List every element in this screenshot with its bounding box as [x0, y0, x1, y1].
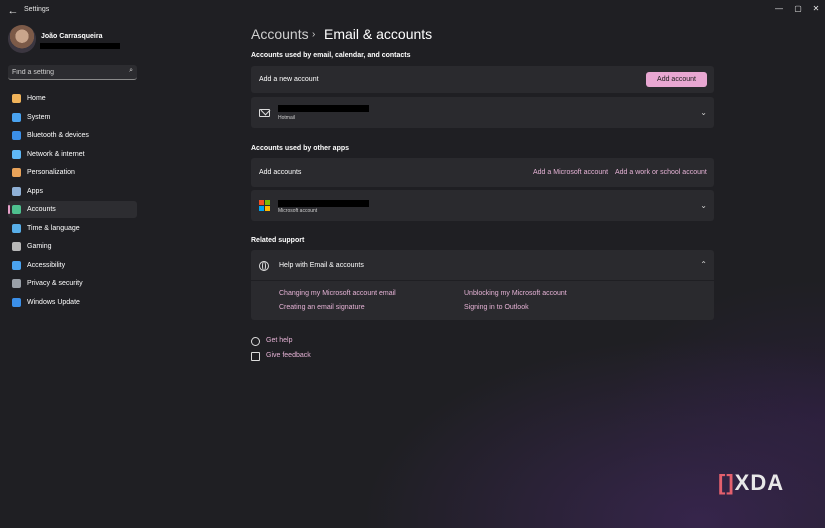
avatar[interactable] [8, 25, 36, 53]
section-heading-related-support: Related support [251, 237, 305, 244]
add-new-account-row: Add a new account Add account [251, 66, 714, 93]
xda-watermark-logo: []XDA [718, 470, 784, 496]
person-icon [12, 205, 21, 214]
chevron-up-icon[interactable]: ⌃ [700, 260, 707, 269]
minimize-button[interactable]: — [770, 2, 788, 16]
app-title: Settings [24, 6, 50, 13]
sidebar-item-label: Privacy & security [27, 280, 83, 287]
sidebar-item-apps[interactable]: Apps [8, 183, 137, 200]
sidebar-item-home[interactable]: Home [8, 90, 137, 107]
user-name: João Carrasqueira [41, 33, 103, 40]
brush-icon [12, 168, 21, 177]
sidebar-item-time-language[interactable]: Time & language [8, 220, 137, 237]
sidebar-item-system[interactable]: System [8, 109, 137, 126]
sidebar-item-label: Network & internet [27, 150, 85, 158]
redacted-email [40, 43, 120, 49]
bluetooth-icon [12, 131, 21, 140]
help-chat-icon [251, 337, 260, 346]
globe-clock-icon [12, 223, 21, 233]
sidebar-item-personalization[interactable]: Personalization [8, 164, 137, 181]
help-panel-header[interactable]: Help with Email & accounts ⌃ [251, 250, 714, 281]
support-link[interactable]: Signing in to Outlook [464, 304, 529, 311]
sidebar-item-label: Gaming [27, 243, 52, 250]
breadcrumb-parent[interactable]: Accounts [251, 26, 309, 42]
add-account-button[interactable]: Add account [646, 72, 707, 87]
sidebar-item-accessibility[interactable]: Accessibility [8, 257, 137, 274]
back-arrow-icon[interactable]: ← [6, 4, 20, 18]
shield-icon [12, 279, 21, 288]
feedback-icon [251, 352, 260, 361]
get-help-link[interactable]: Get help [266, 337, 292, 344]
add-accounts-label: Add accounts [259, 169, 302, 176]
sidebar-item-windows-update[interactable]: Windows Update [8, 294, 137, 311]
home-icon [12, 94, 21, 103]
apps-icon [12, 186, 21, 196]
redacted-microsoft-email [278, 200, 369, 207]
sidebar-item-label: System [27, 113, 51, 121]
title-bar: ← Settings — ▢ ✕ [0, 0, 825, 22]
xda-wordmark: XDA [734, 470, 785, 495]
help-panel: Help with Email & accounts ⌃ Changing my… [251, 250, 714, 320]
add-new-account-label: Add a new account [259, 76, 319, 83]
sidebar-item-privacy[interactable]: Privacy & security [8, 275, 137, 292]
section-heading-other-apps: Accounts used by other apps [251, 145, 350, 152]
add-accounts-row: Add accounts Add a Microsoft account Add… [251, 158, 714, 187]
add-work-school-account-link[interactable]: Add a work or school account [615, 169, 707, 176]
sidebar-item-label: Accessibility [27, 261, 66, 269]
wifi-icon [12, 149, 21, 159]
sidebar-item-gaming[interactable]: Gaming [8, 238, 137, 255]
globe-icon [259, 261, 269, 271]
account-provider: Hotmail [278, 115, 295, 121]
give-feedback-row[interactable]: Give feedback [251, 351, 351, 363]
redacted-account-email [278, 105, 369, 112]
support-link[interactable]: Unblocking my Microsoft account [464, 290, 567, 297]
email-account-row[interactable]: Hotmail ⌄ [251, 97, 714, 128]
update-icon [12, 297, 21, 307]
breadcrumb-separator: › [312, 29, 316, 40]
get-help-row[interactable]: Get help [251, 336, 351, 348]
give-feedback-link[interactable]: Give feedback [266, 352, 311, 359]
microsoft-logo-icon [259, 200, 270, 211]
support-link[interactable]: Creating an email signature [279, 304, 365, 311]
sidebar-item-label: Accounts [27, 206, 56, 213]
sidebar-item-label: Home [27, 95, 46, 102]
chevron-down-icon[interactable]: ⌄ [700, 201, 707, 210]
sidebar-item-bluetooth[interactable]: Bluetooth & devices [8, 127, 137, 144]
sidebar-item-network[interactable]: Network & internet [8, 146, 137, 163]
accessibility-icon [12, 260, 21, 270]
help-panel-title: Help with Email & accounts [279, 262, 364, 269]
chevron-down-icon[interactable]: ⌄ [700, 108, 707, 117]
maximize-button[interactable]: ▢ [789, 2, 807, 16]
sidebar-item-label: Personalization [27, 169, 75, 176]
microsoft-account-row[interactable]: Microsoft account ⌄ [251, 190, 714, 221]
sidebar-item-label: Time & language [27, 224, 80, 232]
mail-icon [259, 109, 270, 117]
system-icon [12, 112, 21, 122]
section-heading-email: Accounts used by email, calendar, and co… [251, 52, 411, 59]
support-link[interactable]: Changing my Microsoft account email [279, 290, 396, 297]
sidebar-item-label: Windows Update [27, 298, 80, 306]
sidebar-item-label: Apps [27, 187, 43, 195]
add-microsoft-account-link[interactable]: Add a Microsoft account [533, 169, 608, 176]
close-button[interactable]: ✕ [807, 2, 825, 16]
search-icon[interactable]: ⌕ [129, 67, 133, 75]
search-box[interactable]: ⌕ [8, 65, 137, 80]
sidebar-item-label: Bluetooth & devices [27, 132, 89, 139]
sidebar-item-accounts[interactable]: Accounts [8, 201, 137, 218]
search-input[interactable] [12, 67, 122, 78]
xda-bracket-mark: [] [718, 470, 735, 495]
account-type: Microsoft account [278, 208, 318, 214]
sidebar-nav: Home System Bluetooth & devices Network … [8, 90, 137, 312]
gamepad-icon [12, 242, 21, 251]
page-title: Email & accounts [324, 26, 433, 42]
